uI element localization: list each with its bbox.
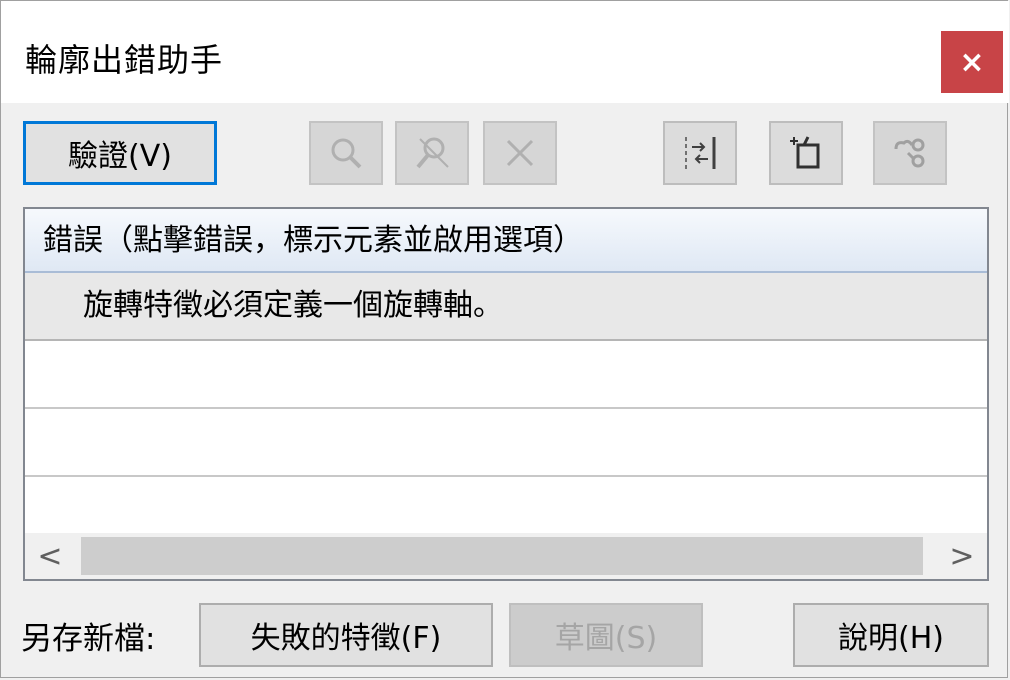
sketch-button[interactable]: 草圖(S) [509,603,703,667]
failed-feature-button-label: 失敗的特徵(F) [250,621,442,656]
zoom-out-icon [416,137,449,169]
failed-feature-button[interactable]: 失敗的特徵(F) [199,603,493,667]
close-icon: × [959,44,985,80]
paste-icon [790,136,820,169]
hide-button[interactable] [873,121,947,185]
horizontal-scrollbar[interactable]: < > [25,533,987,579]
verify-button-label: 驗證(V) [68,139,172,174]
error-row[interactable]: 旋轉特徵必須定義一個旋轉軸。 [25,273,987,341]
next-error-button[interactable] [663,121,737,185]
error-list: 錯誤（點擊錯誤，標示元素並啟用選項） 旋轉特徵必須定義一個旋轉軸。 < > [23,207,989,581]
outline-error-assistant-dialog: 輪廓出錯助手 × 驗證(V) 錯誤（點擊錯誤，標示元素並啟用選項） 旋轉特徵必須… [0,0,1009,678]
zoom-icon [331,138,362,169]
save-as-label: 另存新檔: [21,621,156,657]
zoom-to-error-button[interactable] [309,121,383,185]
help-button[interactable]: 說明(H) [793,603,989,667]
next-error-icon [685,137,716,169]
error-list-header: 錯誤（點擊錯誤，標示元素並啟用選項） [25,209,987,273]
window-title: 輪廓出錯助手 [25,41,224,79]
scroll-right-icon[interactable]: > [937,533,987,579]
delete-icon [506,139,534,167]
scroll-left-icon[interactable]: < [25,533,75,579]
verify-button[interactable]: 驗證(V) [23,121,217,185]
error-row[interactable] [25,341,987,409]
help-button-label: 說明(H) [838,621,944,656]
delete-button[interactable] [483,121,557,185]
close-button[interactable]: × [941,31,1003,93]
sketch-button-label: 草圖(S) [554,621,658,656]
paste-button[interactable] [769,121,843,185]
scrollbar-thumb[interactable] [81,537,923,575]
error-row[interactable] [25,409,987,477]
zoom-out-button[interactable] [395,121,469,185]
hide-icon [894,138,925,168]
title-bar: 輪廓出錯助手 × [1,1,1009,103]
